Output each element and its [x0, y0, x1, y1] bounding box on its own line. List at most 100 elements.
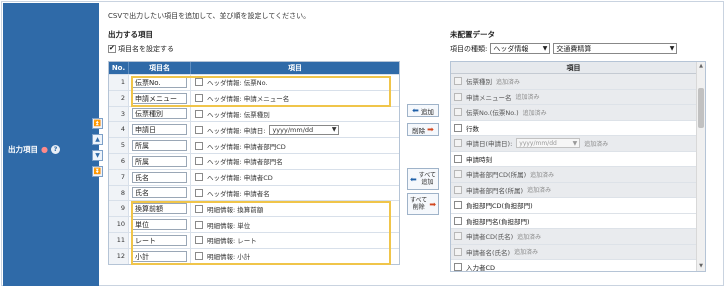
item-label: 申請者CD(氏名)	[466, 233, 514, 242]
table-row[interactable]: 9 換算前額 明細情報: 換算前額	[109, 200, 399, 217]
item-cell: ヘッダ情報: 申請者部門名	[191, 156, 399, 166]
table-row[interactable]: 2 申請メニュー ヘッダ情報: 申請メニュー名	[109, 89, 399, 106]
list-item[interactable]: 申請時刻	[451, 151, 696, 167]
item-name-input[interactable]: 伝票No.	[132, 76, 187, 88]
item-name-input[interactable]: 伝票種別	[132, 108, 187, 120]
item-name-input[interactable]: 所属	[132, 155, 187, 167]
scrollbar[interactable]: ▲ ▼	[696, 62, 705, 271]
list-item[interactable]: 申請者CD(氏名) 追加済み	[451, 229, 696, 245]
item-name-input[interactable]: 単位	[132, 219, 187, 231]
row-checkbox[interactable]	[195, 157, 203, 166]
item-label: 申請者名(氏名)	[466, 248, 511, 257]
item-name-input[interactable]: レート	[132, 234, 187, 246]
list-item[interactable]: 申請者部門名(所属) 追加済み	[451, 182, 696, 198]
name-cell: 伝票種別	[129, 106, 191, 122]
added-tag: 追加済み	[515, 94, 540, 102]
list-item[interactable]: 負担部門名(負担部門)	[451, 213, 696, 229]
row-checkbox[interactable]	[195, 125, 203, 134]
help-icon[interactable]: ?	[50, 145, 60, 154]
set-names-label: 項目名を設定する	[118, 45, 174, 53]
row-checkbox[interactable]	[195, 236, 203, 245]
table-row[interactable]: 3 伝票種別 ヘッダ情報: 伝票種別	[109, 105, 399, 122]
table-row[interactable]: 5 所属 ヘッダ情報: 申請者部門CD	[109, 137, 399, 153]
added-tag: 追加済み	[527, 187, 552, 195]
item-checkbox[interactable]	[454, 216, 462, 225]
name-cell: 氏名	[129, 185, 191, 201]
add-button[interactable]: ⬅ 追加	[407, 104, 439, 117]
row-checkbox[interactable]	[195, 173, 203, 182]
item-checkbox[interactable]	[454, 123, 462, 132]
list-item[interactable]: 申請者名(氏名) 追加済み	[451, 244, 696, 260]
set-names-option[interactable]: 項目名を設定する	[108, 44, 174, 54]
list-item[interactable]: 伝票No.(伝票No.) 追加済み	[451, 105, 696, 121]
row-checkbox[interactable]	[195, 220, 203, 229]
date-select[interactable]: yyyy/mm/dd ▼	[269, 124, 340, 135]
item-cell: ヘッダ情報: 申請者部門CD	[191, 141, 399, 151]
row-checkbox[interactable]	[195, 78, 203, 87]
set-names-checkbox[interactable]	[108, 44, 116, 53]
item-cell: 明細情報: 単位	[191, 220, 399, 230]
remove-button[interactable]: 削除 ➡	[407, 123, 439, 136]
date-select: yyyy/mm/dd ▼	[516, 138, 581, 149]
item-checkbox[interactable]	[454, 154, 462, 163]
list-item[interactable]: 申請者部門CD(所属) 追加済み	[451, 167, 696, 183]
item-name-input[interactable]: 氏名	[132, 187, 187, 199]
item-name-input[interactable]: 申請日	[132, 124, 187, 136]
list-item[interactable]: 申請日(申請日): yyyy/mm/dd ▼ 追加済み	[451, 136, 696, 152]
item-type-select-value: ヘッダ情報	[493, 44, 529, 53]
row-checkbox[interactable]	[195, 252, 203, 261]
remove-all-button[interactable]: すべて 削除 ➡	[407, 193, 439, 215]
item-name-input[interactable]: 所属	[132, 140, 187, 152]
item-label: 入力者CD	[466, 264, 496, 272]
row-checkbox[interactable]	[195, 109, 203, 118]
table-row[interactable]: 11 レート 明細情報: レート	[109, 231, 399, 248]
table-row[interactable]: 8 氏名 ヘッダ情報: 申請者名	[109, 184, 399, 201]
item-checkbox[interactable]	[454, 263, 462, 271]
table-row[interactable]: 7 氏名 ヘッダ情報: 申請者CD	[109, 168, 399, 185]
row-checkbox[interactable]	[195, 94, 203, 103]
date-select-value: yyyy/mm/dd	[272, 125, 314, 134]
added-tag: 追加済み	[496, 78, 521, 86]
table-row[interactable]: 4 申請日 ヘッダ情報: 申請日: yyyy/mm/dd ▼	[109, 121, 399, 138]
row-checkbox[interactable]	[195, 141, 203, 150]
scroll-thumb[interactable]	[698, 88, 704, 128]
down-arrow-icon[interactable]: ▼	[92, 150, 103, 161]
list-item[interactable]: 入力者CD	[451, 260, 696, 272]
up-arrow-icon[interactable]: ▲	[92, 134, 103, 145]
list-item[interactable]: 行数	[451, 120, 696, 136]
item-name-input[interactable]: 氏名	[132, 171, 187, 183]
item-checkbox[interactable]	[454, 201, 462, 210]
added-tag: 追加済み	[530, 171, 555, 179]
row-checkbox[interactable]	[195, 204, 203, 213]
date-select-value: yyyy/mm/dd	[519, 139, 557, 147]
item-label: ヘッダ情報: 申請日:	[207, 126, 266, 135]
menu-type-select[interactable]: 交通費精算 ▼	[553, 43, 678, 54]
add-all-label-line1: すべて	[418, 172, 437, 179]
add-all-button[interactable]: ⬅ すべて 追加	[407, 168, 439, 190]
unplaced-column-header: 項目	[451, 62, 696, 74]
item-name-input[interactable]: 換算前額	[132, 203, 187, 215]
item-name-input[interactable]: 申請メニュー	[132, 92, 187, 104]
double-up-arrow-icon[interactable]: ⏫	[92, 118, 103, 129]
name-cell: 単位	[129, 217, 191, 232]
table-row[interactable]: 6 所属 ヘッダ情報: 申請者部門名	[109, 152, 399, 169]
right-arrow-icon: ➡	[427, 125, 434, 134]
list-item[interactable]: 申請メニュー名 追加済み	[451, 89, 696, 105]
table-row[interactable]: 1 伝票No. ヘッダ情報: 伝票No.	[109, 74, 399, 90]
item-name-input[interactable]: 小計	[132, 250, 187, 262]
output-items-table: No. 項目名 項目 1 伝票No. ヘッダ情報: 伝票No. 2 申請メニュー ヘッダ情…	[108, 61, 400, 265]
double-down-arrow-icon[interactable]: ⏬	[92, 166, 103, 177]
table-row[interactable]: 12 小計 明細情報: 小計	[109, 247, 399, 264]
item-checkbox	[454, 185, 462, 194]
name-cell: 申請メニュー	[129, 90, 191, 106]
table-row[interactable]: 10 単位 明細情報: 単位	[109, 216, 399, 232]
scroll-up-icon[interactable]: ▲	[697, 62, 705, 71]
scroll-down-icon[interactable]: ▼	[697, 262, 705, 271]
item-type-select[interactable]: ヘッダ情報 ▼	[490, 43, 551, 54]
row-checkbox[interactable]	[195, 188, 203, 197]
item-label: 明細情報: 単位	[207, 221, 251, 230]
item-checkbox	[454, 232, 462, 241]
list-item[interactable]: 伝票種別 追加済み	[451, 74, 696, 90]
list-item[interactable]: 負担部門CD(負担部門)	[451, 198, 696, 214]
added-tag: 追加済み	[517, 233, 542, 241]
